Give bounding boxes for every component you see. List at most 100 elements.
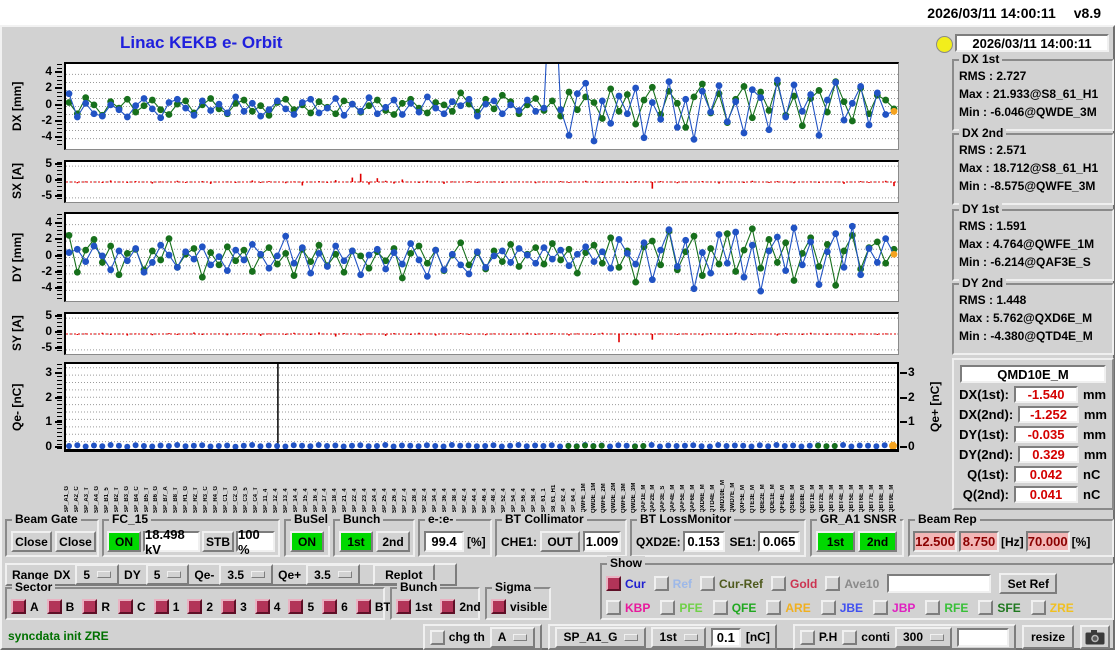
show-row2-checkboxes: KBP PFE QFE ARE JBE JBP RFE SFE ZRE xyxy=(602,596,1112,615)
checkbox[interactable] xyxy=(46,599,62,614)
dy-plot-area xyxy=(64,212,899,302)
checkbox[interactable] xyxy=(978,600,994,615)
y-tick-label: 4 xyxy=(45,64,52,79)
checkbox[interactable] xyxy=(355,599,371,614)
gr-a1-2nd-button[interactable]: 2nd xyxy=(858,531,897,552)
set-ref-button[interactable]: Set Ref xyxy=(999,573,1058,594)
qmd-row: DY(2nd): 0.329 mm xyxy=(959,446,1107,463)
gr-a1-snsr-group: GR_A1 SNSR 1st 2nd xyxy=(810,512,904,557)
show-row2-checkboxes-rfe: RFE xyxy=(925,600,968,615)
y-tick-label: -4 xyxy=(41,280,52,295)
sy-chart: SY [A] 5 0 -5 xyxy=(2,308,950,355)
dropdown-indicator-icon xyxy=(624,633,639,641)
fc15-stb-button[interactable]: STB xyxy=(201,531,234,552)
conti-checkbox[interactable] xyxy=(842,629,858,645)
dx-1st-min: Min : -6.046@QWDE_3M xyxy=(959,105,1097,119)
checkbox[interactable] xyxy=(82,599,98,614)
ph-checkbox[interactable] xyxy=(799,629,815,645)
qmd-dx2-value: -1.252 xyxy=(1018,406,1079,423)
checkbox[interactable] xyxy=(820,600,836,615)
checkbox[interactable] xyxy=(153,599,169,614)
checkbox[interactable] xyxy=(1030,600,1046,615)
che1-out-button[interactable]: OUT xyxy=(540,531,581,552)
fc15-on-button[interactable]: ON xyxy=(107,531,141,552)
checkbox[interactable] xyxy=(873,600,889,615)
checkbox[interactable] xyxy=(396,599,411,614)
bpm-name-label: SP_61_1 xyxy=(541,488,548,513)
checkbox[interactable] xyxy=(660,600,676,615)
ref-name-input[interactable] xyxy=(887,574,992,593)
beam-gate-close-button-2[interactable]: Close xyxy=(55,531,96,552)
dx-series-svg xyxy=(66,64,898,145)
y-tick-label: -2 xyxy=(41,263,52,278)
checkbox[interactable] xyxy=(440,599,456,614)
y-tick-label: 2 xyxy=(45,231,52,246)
checkbox[interactable] xyxy=(606,576,621,591)
sector-checkboxes-2: 2 xyxy=(187,599,213,614)
chg-th-checkbox[interactable] xyxy=(429,629,445,645)
checkbox[interactable] xyxy=(766,600,782,615)
y-tick-mark-right xyxy=(900,372,907,375)
range-qe-plus-dropdown[interactable]: 3.5 xyxy=(306,564,360,585)
camera-button[interactable] xyxy=(1080,625,1110,649)
bpm-name-label: SP_58_4 xyxy=(531,488,538,513)
checkbox[interactable] xyxy=(187,599,203,614)
checkbox[interactable] xyxy=(700,576,716,591)
show-row1-checkboxes: Cur Ref Cur-Ref Gold Ave10 xyxy=(606,576,879,591)
dropdown-indicator-icon xyxy=(337,571,352,578)
y-tick-label: -2 xyxy=(41,112,52,127)
range-dy-dropdown[interactable]: 5 xyxy=(145,564,190,585)
bpm-name-label: SP_26_4 xyxy=(392,488,399,513)
sector-checkboxes-3: 3 xyxy=(221,599,247,614)
checkbox[interactable] xyxy=(288,599,304,614)
range-qe-minus-dropdown[interactable]: 3.5 xyxy=(219,564,274,585)
show-row2-checkboxes-pfe: PFE xyxy=(660,600,703,615)
y-tick-mark xyxy=(55,221,62,224)
bunch-order-dropdown[interactable]: 1st xyxy=(651,626,706,648)
qe-chart: Qe- [nC] Qe+ [nC] 32103210 xyxy=(2,362,950,453)
y-tick-label: 5 xyxy=(45,156,52,171)
gr-a1-1st-button[interactable]: 1st xyxy=(816,531,855,552)
dx-1st-rms: RMS : 2.727 xyxy=(959,69,1027,83)
bpm-name-label: SP_25_4 xyxy=(382,488,389,513)
range-dx-dropdown[interactable]: 5 xyxy=(75,564,120,585)
bpm-name-label: SP_C2_G xyxy=(232,485,239,513)
bottom-controls: chg th A SP_A1_G 1st 0.1 [nC] P.H conti … xyxy=(422,624,1110,650)
sector-a-dropdown[interactable]: A xyxy=(489,626,536,648)
qmd-q1-value: 0.042 xyxy=(1014,466,1078,483)
checkbox[interactable] xyxy=(11,599,26,614)
busel-on-button[interactable]: ON xyxy=(290,531,324,552)
checkbox[interactable] xyxy=(712,600,728,615)
beam-gate-close-button-1[interactable]: Close xyxy=(11,531,52,552)
checkbox[interactable] xyxy=(653,576,669,591)
interval-dropdown[interactable]: 300 xyxy=(894,626,952,648)
ee-ratio-field: 99.4 xyxy=(424,531,464,552)
resize-button[interactable]: resize xyxy=(1022,625,1074,649)
checkbox[interactable] xyxy=(925,600,941,615)
checkbox[interactable] xyxy=(118,599,134,614)
beam-rep-label: Beam Rep xyxy=(915,512,980,526)
charge-threshold-input[interactable]: 0.1 xyxy=(710,627,741,647)
checkbox[interactable] xyxy=(322,599,338,614)
dy-chart: DY [mm] 4 2 0 -2 -4 xyxy=(2,212,950,302)
y-tick-label: -5 xyxy=(41,187,52,202)
bpm-name-label: SP_34_4 xyxy=(431,488,438,513)
checkbox[interactable] xyxy=(254,599,270,614)
checkbox[interactable] xyxy=(491,599,506,614)
sp-device-dropdown[interactable]: SP_A1_G xyxy=(555,626,647,648)
bunch-1st-button[interactable]: 1st xyxy=(339,531,373,552)
y-tick-label: 4 xyxy=(45,214,52,229)
sigma-checkboxes-visible: visible xyxy=(491,599,547,614)
bpm-name-label: SP_C3_5 xyxy=(242,487,249,513)
checkbox[interactable] xyxy=(221,599,237,614)
qmd-q1-unit: nC xyxy=(1083,467,1101,482)
bunch-2nd-button[interactable]: 2nd xyxy=(376,531,410,552)
checkbox[interactable] xyxy=(606,600,621,615)
sigma-group: Sigma visible xyxy=(485,580,551,620)
checkbox[interactable] xyxy=(825,576,841,591)
bpm-name-label: S8_61_H1 xyxy=(551,484,558,513)
bpm-name-label: SP_42_4 xyxy=(461,488,468,513)
ph-label: P.H xyxy=(818,630,838,644)
count-input[interactable] xyxy=(957,627,1009,647)
checkbox[interactable] xyxy=(771,576,787,591)
